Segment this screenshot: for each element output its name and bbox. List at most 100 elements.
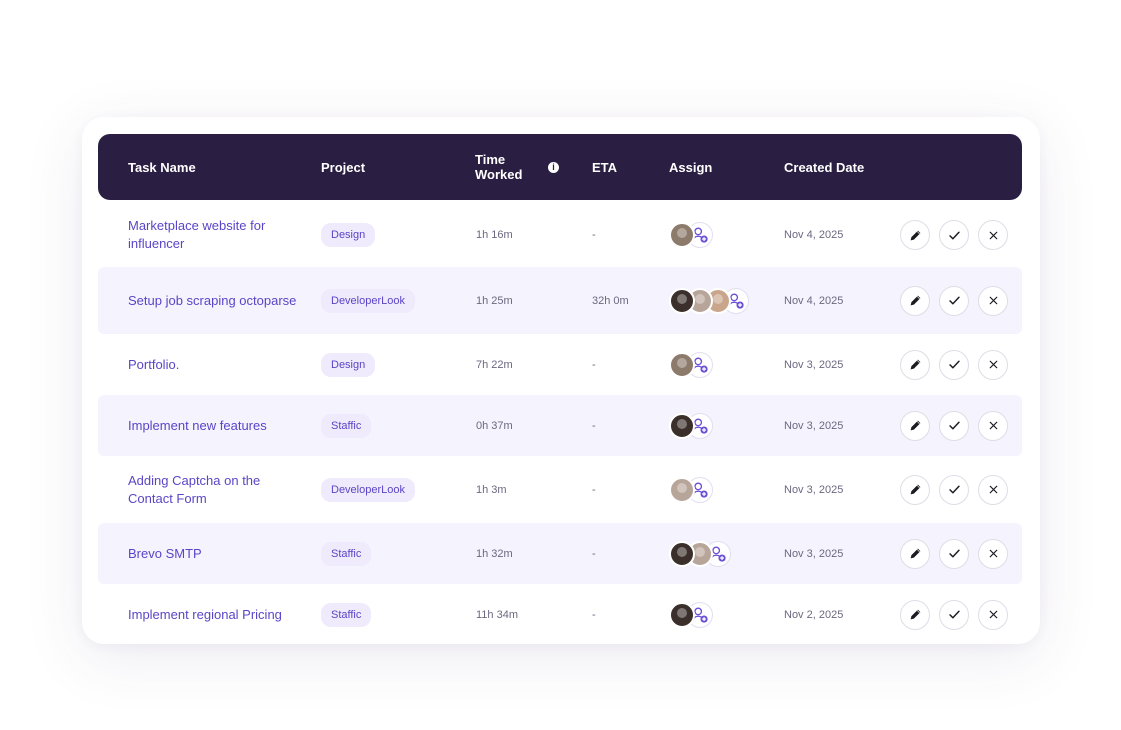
header-task-name[interactable]: Task Name [128,134,196,200]
edit-button[interactable] [900,599,930,630]
time-worked: 11h 34m [476,608,518,621]
task-name-link[interactable]: Setup job scraping octoparse [128,267,298,334]
task-name-link[interactable]: Implement regional Pricing [128,584,298,645]
delete-button[interactable] [978,474,1008,505]
time-worked: 1h 25m [476,294,513,307]
assignees [669,334,713,395]
delete-button[interactable] [978,349,1008,380]
avatar[interactable] [669,351,695,378]
project-label: Staffic [321,413,372,438]
row-actions [900,267,1017,334]
header-project[interactable]: Project [321,134,365,200]
table-row: Implement new features Staffic 0h 37m - … [98,395,1022,456]
time-worked: 7h 22m [476,358,513,371]
pencil-icon [909,483,922,496]
header-eta[interactable]: ETA [592,134,617,200]
eta-value: - [592,229,596,241]
close-icon [987,419,1000,432]
avatar[interactable] [669,222,695,248]
edit-button[interactable] [900,474,930,505]
row-actions [900,334,1017,395]
edit-button[interactable] [900,285,930,316]
eta-value: 32h 0m [592,294,629,307]
eta-value: - [592,483,596,496]
avatar[interactable] [669,601,695,628]
check-icon [948,547,961,560]
complete-button[interactable] [939,220,969,250]
edit-button[interactable] [900,220,930,250]
created-date: Nov 4, 2025 [784,229,844,241]
row-actions [900,523,1017,584]
project-label: DeveloperLook [321,477,415,502]
assignees [669,584,713,645]
check-icon [948,229,961,242]
pencil-icon [909,358,922,371]
avatar[interactable] [669,476,695,503]
pencil-icon [909,294,922,307]
task-name-link[interactable]: Marketplace website for influencer [128,203,298,267]
delete-button[interactable] [978,538,1008,569]
edit-button[interactable] [900,410,930,441]
table-header: Task Name Project Time Worked ETA Assign… [98,134,1022,200]
eta-value: - [592,547,596,560]
complete-button[interactable] [939,538,969,569]
time-worked: 1h 16m [476,229,513,241]
complete-button[interactable] [939,285,969,316]
project-badge: Staffic [321,395,372,456]
project-label: DeveloperLook [321,288,415,313]
project-label: Design [321,352,376,377]
created-date: Nov 3, 2025 [784,547,844,560]
pencil-icon [909,547,922,560]
header-assign[interactable]: Assign [669,134,712,200]
row-actions [900,395,1017,456]
created-date: Nov 3, 2025 [784,483,844,496]
info-icon[interactable] [548,162,559,173]
pencil-icon [909,608,922,621]
delete-button[interactable] [978,599,1008,630]
row-actions [900,456,1017,523]
check-icon [948,483,961,496]
task-name-link[interactable]: Adding Captcha on the Contact Form [128,456,298,523]
eta-value: - [592,419,596,432]
check-icon [948,358,961,371]
table-row: Implement regional Pricing Staffic 11h 3… [98,584,1022,645]
check-icon [948,419,961,432]
delete-button[interactable] [978,220,1008,250]
table-row: Brevo SMTP Staffic 1h 32m - Nov 3, 2025 [98,523,1022,584]
header-created-date[interactable]: Created Date [784,134,864,200]
task-name-link[interactable]: Portfolio. [128,334,298,395]
task-name-link[interactable]: Brevo SMTP [128,523,298,584]
avatar[interactable] [669,412,695,439]
delete-button[interactable] [978,285,1008,316]
assignees [669,203,713,267]
assignees [669,523,731,584]
project-badge: Design [321,203,376,267]
edit-button[interactable] [900,349,930,380]
created-date: Nov 3, 2025 [784,358,844,371]
project-badge: Staffic [321,584,372,645]
avatar[interactable] [669,287,695,314]
header-time-worked[interactable]: Time Worked [475,134,535,200]
task-table-card: Task Name Project Time Worked ETA Assign… [82,117,1040,644]
complete-button[interactable] [939,349,969,380]
close-icon [987,229,1000,242]
created-date: Nov 3, 2025 [784,419,844,432]
assignees [669,267,749,334]
delete-button[interactable] [978,410,1008,441]
eta-value: - [592,358,596,371]
project-badge: Design [321,334,376,395]
created-date: Nov 4, 2025 [784,294,844,307]
close-icon [987,483,1000,496]
time-worked: 1h 3m [476,483,507,496]
avatar[interactable] [669,540,695,567]
edit-button[interactable] [900,538,930,569]
check-icon [948,294,961,307]
complete-button[interactable] [939,474,969,505]
project-label: Design [321,223,376,247]
complete-button[interactable] [939,599,969,630]
close-icon [987,608,1000,621]
complete-button[interactable] [939,410,969,441]
table-row: Marketplace website for influencer Desig… [98,203,1022,267]
check-icon [948,608,961,621]
task-name-link[interactable]: Implement new features [128,395,298,456]
